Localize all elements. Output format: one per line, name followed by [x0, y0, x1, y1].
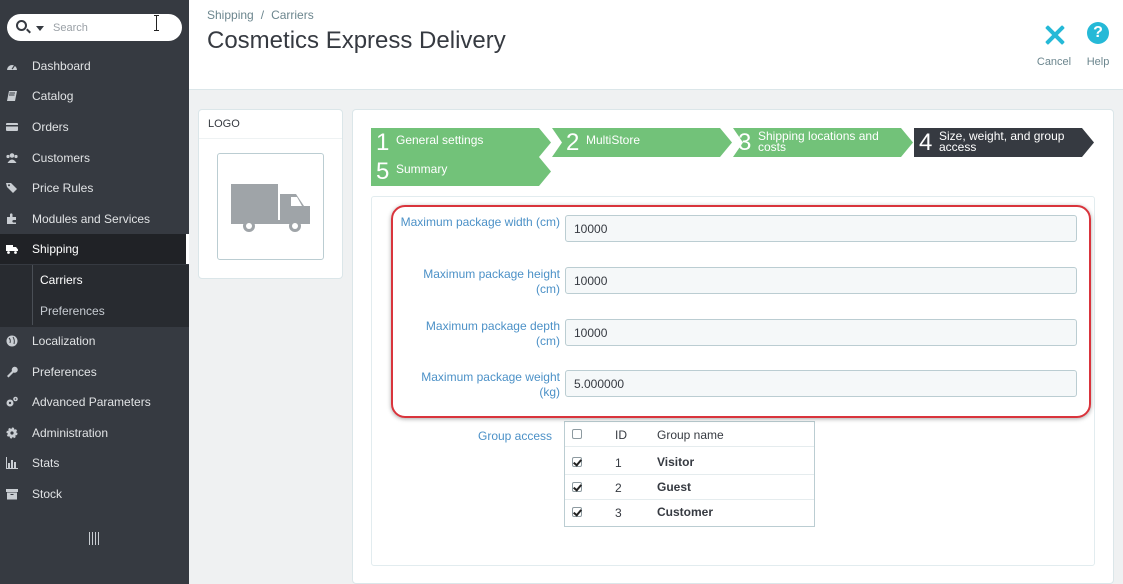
breadcrumb-item[interactable]: Carriers [271, 8, 314, 22]
sidebar-item-price-rules[interactable]: Price Rules [0, 173, 189, 203]
sidebar-item-stats[interactable]: Stats [0, 448, 189, 478]
group-checkbox[interactable] [572, 482, 582, 492]
logo-panel-title: LOGO [208, 118, 240, 130]
submenu-divider [32, 265, 33, 325]
max-depth-input[interactable] [565, 319, 1077, 346]
table-row: 3 Customer [565, 500, 814, 525]
truck-icon [231, 184, 310, 232]
archive-icon [6, 489, 18, 500]
wizard-step-3[interactable]: 3 Shipping locations and costs [733, 128, 913, 157]
group-access-table: ID Group name 1 Visitor 2 Guest 3 Custom… [564, 421, 815, 527]
sidebar-item-advanced-parameters[interactable]: Advanced Parameters [0, 387, 189, 417]
users-icon [6, 153, 18, 163]
sidebar-subitem-carriers[interactable]: Carriers [40, 265, 83, 295]
chevron-down-icon[interactable] [36, 26, 44, 31]
bar-chart-icon [6, 457, 18, 469]
table-header-row: ID Group name [565, 422, 814, 447]
form-row-weight: Maximum package weight (kg) [372, 366, 1096, 406]
wizard-step-5[interactable]: 5 Summary [371, 157, 551, 186]
breadcrumb-separator: / [260, 8, 265, 22]
form-row-height: Maximum package height (cm) [372, 263, 1096, 303]
select-all-checkbox[interactable] [572, 429, 582, 439]
sidebar-item-administration[interactable]: Administration [0, 418, 189, 448]
sidebar-item-catalog[interactable]: Catalog [0, 81, 189, 111]
text-cursor-icon [154, 15, 160, 31]
puzzle-icon [7, 213, 16, 224]
close-icon [1044, 24, 1066, 46]
sidebar-item-stock[interactable]: Stock [0, 479, 189, 509]
tag-icon [6, 183, 17, 193]
group-id: 2 [615, 481, 622, 495]
table-row: 1 Visitor [565, 450, 814, 475]
wizard-step-2[interactable]: 2 MultiStore [552, 128, 732, 157]
max-height-label: Maximum package height (cm) [423, 267, 560, 296]
carrier-logo [217, 153, 324, 260]
page-header: Shipping / Carriers Cosmetics Express Deli… [189, 0, 1123, 90]
group-name: Customer [657, 505, 714, 519]
column-header-id: ID [615, 428, 627, 442]
sidebar-subitem-preferences[interactable]: Preferences [40, 296, 105, 326]
breadcrumb: Shipping / Carriers [207, 8, 314, 22]
max-width-label: Maximum package width (cm) [400, 215, 560, 229]
group-checkbox[interactable] [572, 457, 582, 467]
gear-icon [6, 427, 18, 439]
form-row-width: Maximum package width (cm) [372, 211, 1096, 251]
sidebar-item-dashboard[interactable]: Dashboard [0, 51, 189, 81]
group-id: 1 [615, 456, 622, 470]
max-weight-label: Maximum package weight (kg) [421, 370, 560, 399]
max-weight-input[interactable] [565, 370, 1077, 397]
search-icon[interactable] [16, 20, 27, 31]
dashboard-icon [7, 64, 17, 70]
wrench-icon [7, 366, 18, 378]
sidebar-item-orders[interactable]: Orders [0, 112, 189, 142]
group-access-label: Group access [478, 429, 553, 443]
sidebar-item-preferences[interactable]: Preferences [0, 357, 189, 387]
globe-icon [6, 335, 18, 347]
search-input[interactable] [53, 19, 163, 36]
sidebar-item-localization[interactable]: Localization [0, 326, 189, 356]
sidebar-item-shipping[interactable]: Shipping [0, 234, 189, 264]
max-height-input[interactable] [565, 267, 1077, 294]
help-icon: ? [1087, 22, 1109, 44]
table-row: 2 Guest [565, 475, 814, 500]
gears-icon [6, 396, 18, 407]
group-name: Guest [657, 480, 692, 494]
breadcrumb-item[interactable]: Shipping [207, 8, 254, 22]
book-icon [7, 91, 17, 101]
group-name: Visitor [657, 455, 695, 469]
group-checkbox[interactable] [572, 507, 582, 517]
wizard-step-4[interactable]: 4 Size, weight, and group access [914, 128, 1094, 157]
max-width-input[interactable] [565, 215, 1077, 242]
column-header-group-name: Group name [657, 428, 724, 442]
credit-card-icon [6, 123, 18, 131]
page-title: Cosmetics Express Delivery [207, 27, 506, 54]
group-id: 3 [615, 506, 622, 520]
sidebar-item-modules[interactable]: Modules and Services [0, 204, 189, 234]
sidebar-item-customers[interactable]: Customers [0, 143, 189, 173]
truck-icon [6, 245, 18, 254]
max-depth-label: Maximum package depth (cm) [425, 319, 560, 348]
form-row-depth: Maximum package depth (cm) [372, 315, 1096, 355]
wizard-step-1[interactable]: 1 General settings [371, 128, 551, 157]
logo-panel: LOGO [198, 109, 343, 279]
sidebar: Dashboard Catalog Orders Customers Price… [0, 0, 189, 584]
sidebar-collapse-icon[interactable] [89, 532, 99, 545]
wizard-steps: 1 General settings 2 MultiStore 3 Shippi… [371, 128, 1096, 188]
